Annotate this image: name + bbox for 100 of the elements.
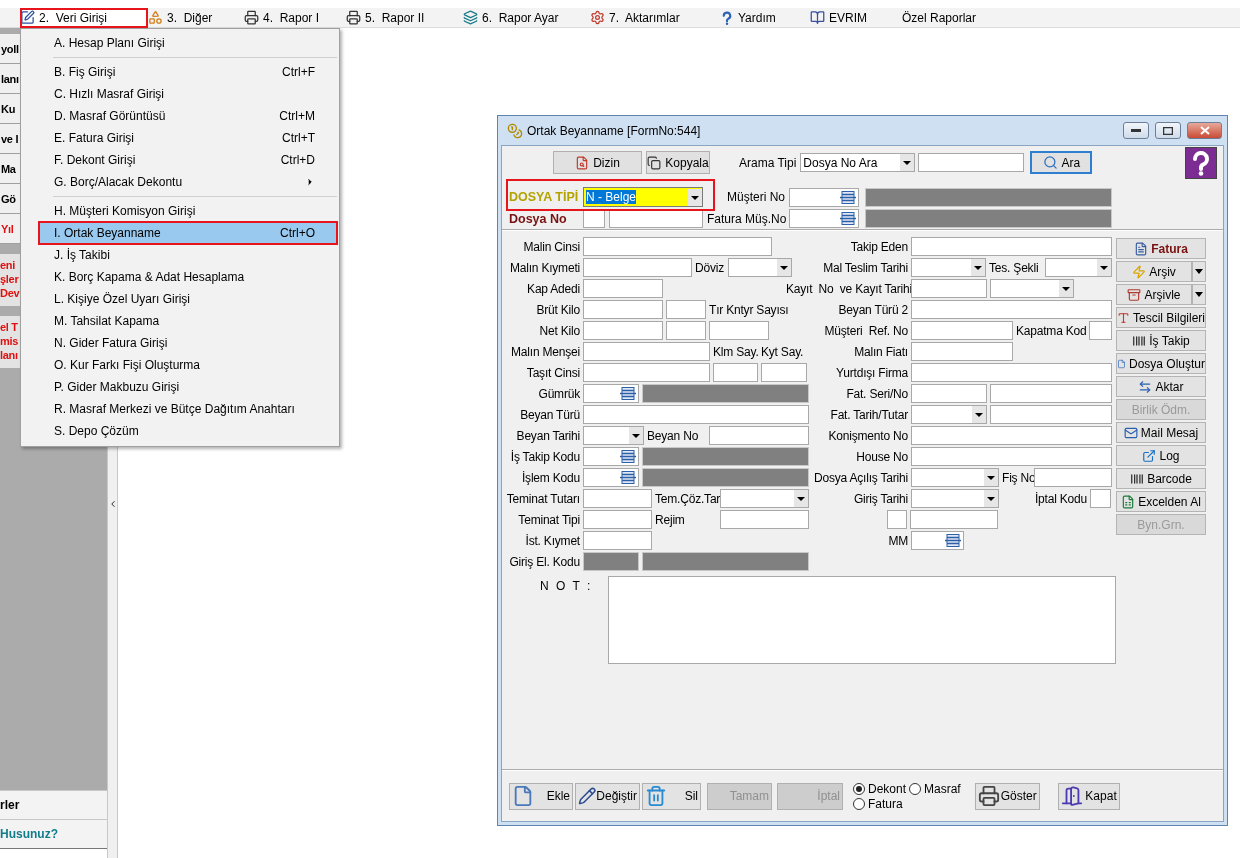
input-field[interactable]: [583, 510, 652, 529]
input-field[interactable]: [911, 363, 1112, 382]
menu-item[interactable]: E. Fatura Girişi Ctrl+T: [23, 127, 337, 149]
dropdown-field[interactable]: [911, 468, 999, 487]
menu-item[interactable]: 6. Rapor Ayar: [463, 7, 590, 28]
help-link[interactable]: Husunuz?: [0, 819, 107, 848]
lookup-field[interactable]: [583, 384, 639, 403]
input-field[interactable]: [583, 489, 652, 508]
input-field[interactable]: [583, 300, 663, 319]
input-field[interactable]: [910, 510, 998, 529]
lookup-field[interactable]: [583, 447, 639, 466]
dropdown-field[interactable]: [911, 405, 987, 424]
help-button[interactable]: [1185, 146, 1217, 179]
side-button[interactable]: Excelden Al: [1116, 491, 1206, 512]
menu-item[interactable]: M. Tahsilat Kapama: [23, 310, 337, 332]
dropdown-field[interactable]: [911, 258, 986, 277]
dropdown-field[interactable]: [911, 489, 999, 508]
input-field[interactable]: [911, 321, 1013, 340]
side-button[interactable]: Fatura: [1116, 238, 1206, 259]
input-field[interactable]: [887, 510, 907, 529]
radio-option[interactable]: Dekont: [853, 781, 907, 796]
input-field[interactable]: [911, 447, 1112, 466]
dropdown-field[interactable]: [720, 489, 809, 508]
menu-item[interactable]: K. Borç Kapama & Adat Hesaplama: [23, 266, 337, 288]
radio-option[interactable]: Masraf: [909, 781, 961, 796]
side-button[interactable]: Log: [1116, 445, 1206, 466]
menu-item[interactable]: L. Kişiye Özel Uyarı Girişi: [23, 288, 337, 310]
menu-item[interactable]: S. Depo Çözüm: [23, 420, 337, 442]
menu-item[interactable]: D. Masraf Görüntüsü Ctrl+M: [23, 105, 337, 127]
input-field[interactable]: [911, 426, 1112, 445]
menu-item[interactable]: F. Dekont Girişi Ctrl+D: [23, 149, 337, 171]
menu-item[interactable]: R. Masraf Merkezi ve Bütçe Dağıtım Anahtarı: [23, 398, 337, 420]
search-type-dropdown[interactable]: Dosya No Ara: [800, 153, 916, 172]
input-field[interactable]: [1090, 489, 1111, 508]
action-button[interactable]: Göster: [974, 782, 1040, 810]
search-field[interactable]: [918, 153, 1025, 172]
file-type-dropdown[interactable]: N - Belge: [583, 187, 703, 207]
action-button[interactable]: Sil: [642, 782, 701, 810]
note-field[interactable]: [608, 576, 1116, 664]
minimize-button[interactable]: [1123, 122, 1149, 139]
menu-item[interactable]: 3. Diğer: [148, 7, 244, 28]
side-button[interactable]: Mail Mesaj: [1116, 422, 1206, 443]
menu-item[interactable]: C. Hızlı Masraf Girişi: [23, 83, 337, 105]
menu-item[interactable]: EVRIM: [810, 7, 902, 28]
menu-item[interactable]: G. Borç/Alacak Dekontu: [23, 171, 337, 193]
side-button[interactable]: Tescil Bilgileri: [1116, 307, 1206, 328]
toolbar-button[interactable]: Kopyala: [646, 151, 710, 174]
input-field[interactable]: [583, 237, 772, 256]
menu-item[interactable]: Özel Raporlar: [902, 7, 1002, 28]
input-field[interactable]: [583, 258, 692, 277]
dropdown-arrow-button[interactable]: [1192, 261, 1206, 282]
input-field[interactable]: [666, 300, 706, 319]
menu-item[interactable]: 4. Rapor I: [244, 7, 346, 28]
dropdown-field[interactable]: [583, 426, 644, 445]
input-field[interactable]: [761, 363, 807, 382]
side-button[interactable]: Arşiv: [1116, 261, 1192, 282]
menu-item[interactable]: N. Gider Fatura Girişi: [23, 332, 337, 354]
close-button[interactable]: [1187, 122, 1222, 139]
menu-item[interactable]: O. Kur Farkı Fişi Oluşturma: [23, 354, 337, 376]
input-field[interactable]: [583, 363, 710, 382]
toolbar-button[interactable]: Dizin: [553, 151, 642, 174]
input-field[interactable]: [1034, 468, 1112, 487]
input-field[interactable]: [583, 342, 710, 361]
menu-item[interactable]: B. Fiş Girişi Ctrl+F: [23, 61, 337, 83]
side-button[interactable]: Aktar: [1116, 376, 1206, 397]
search-button[interactable]: Ara: [1030, 151, 1093, 174]
lookup-field[interactable]: [911, 531, 964, 550]
input-field[interactable]: [911, 300, 1112, 319]
menu-item[interactable]: P. Gider Makbuzu Girişi: [23, 376, 337, 398]
input-field[interactable]: [713, 363, 758, 382]
action-button[interactable]: Kapat: [1057, 782, 1120, 810]
menu-item[interactable]: I. Ortak Beyanname Ctrl+O: [39, 222, 337, 244]
dropdown-field[interactable]: [1045, 258, 1112, 277]
input-field[interactable]: [666, 321, 706, 340]
input-field[interactable]: [911, 342, 1013, 361]
dropdown-field[interactable]: [990, 279, 1074, 298]
side-button[interactable]: Dosya Oluştur: [1116, 353, 1206, 374]
input-field[interactable]: [720, 510, 809, 529]
input-field[interactable]: [583, 405, 809, 424]
dropdown-arrow-button[interactable]: [1192, 284, 1206, 305]
input-field[interactable]: [709, 426, 809, 445]
menu-item[interactable]: Yardım: [720, 7, 810, 28]
menu-item[interactable]: 5. Rapor II: [346, 7, 463, 28]
input-field[interactable]: [911, 237, 1112, 256]
menu-item[interactable]: 7. Aktarımlar: [590, 7, 720, 28]
input-field[interactable]: [911, 384, 987, 403]
menu-item[interactable]: H. Müşteri Komisyon Girişi: [23, 200, 337, 222]
menu-item[interactable]: A. Hesap Planı Girişi: [23, 32, 337, 54]
input-field[interactable]: [1089, 321, 1112, 340]
side-button[interactable]: Barcode: [1116, 468, 1206, 489]
input-field[interactable]: [709, 321, 769, 340]
side-button[interactable]: Arşivle: [1116, 284, 1192, 305]
lookup-field[interactable]: [583, 468, 639, 487]
panel-button[interactable]: rler: [0, 790, 107, 819]
menu-item[interactable]: J. İş Takibi: [23, 244, 337, 266]
radio-option[interactable]: Fatura: [853, 796, 907, 811]
input-field[interactable]: [990, 405, 1112, 424]
action-button[interactable]: Ekle: [509, 782, 573, 810]
menu-item[interactable]: 2. Veri Girişi: [20, 7, 148, 28]
dropdown-field[interactable]: [728, 258, 792, 277]
